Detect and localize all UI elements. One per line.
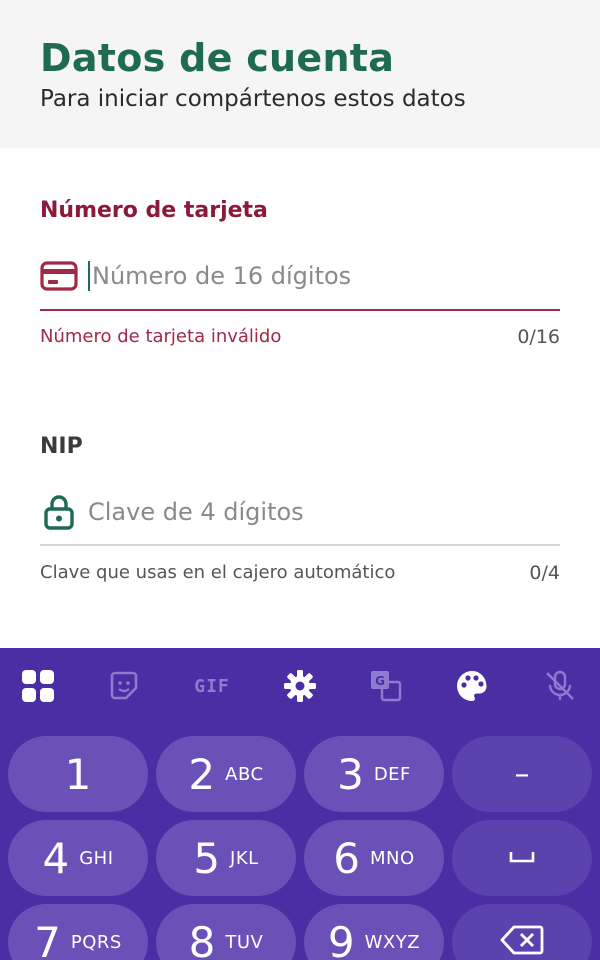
minus-label: – <box>514 756 530 792</box>
key-digit: 7 <box>34 917 61 960</box>
backspace-icon <box>500 925 544 959</box>
card-number-field: Número de tarjeta Número de tarjeta invá… <box>40 198 560 358</box>
svg-text:G: G <box>375 674 385 688</box>
card-number-underline <box>40 309 560 311</box>
nip-underline <box>40 544 560 546</box>
key-digit: 4 <box>42 833 70 883</box>
key-3[interactable]: 3 DEF <box>304 736 444 812</box>
settings-icon[interactable] <box>280 668 320 704</box>
key-digit: 9 <box>327 917 355 960</box>
key-letters: JKL <box>230 847 259 869</box>
text-caret <box>88 261 90 291</box>
key-letters: MNO <box>370 847 415 869</box>
space-icon <box>509 849 535 868</box>
gif-label: GIF <box>194 675 230 697</box>
key-letters: DEF <box>373 763 411 785</box>
key-9[interactable]: 9 WXYZ <box>304 904 444 960</box>
sticker-icon[interactable] <box>104 668 144 704</box>
space-key[interactable] <box>452 820 592 896</box>
nip-input-row[interactable] <box>40 492 560 532</box>
card-number-input[interactable] <box>92 262 532 290</box>
key-digit: 2 <box>188 749 216 799</box>
key-digit: 3 <box>337 749 364 799</box>
apps-grid-icon[interactable] <box>18 668 58 704</box>
key-8[interactable]: 8 TUV <box>156 904 296 960</box>
nip-helper: Clave que usas en el cajero automático <box>40 562 396 583</box>
translate-icon[interactable]: G <box>366 668 406 704</box>
card-number-label: Número de tarjeta <box>40 198 268 223</box>
key-4[interactable]: 4 GHI <box>8 820 148 896</box>
credit-card-icon <box>40 259 78 293</box>
palette-icon[interactable] <box>452 668 492 704</box>
key-digit: 8 <box>188 917 216 960</box>
key-7[interactable]: 7 PQRS <box>8 904 148 960</box>
page-title: Datos de cuenta <box>40 36 395 80</box>
backspace-key[interactable] <box>452 904 592 960</box>
card-number-counter: 0/16 <box>517 326 560 348</box>
key-letters: TUV <box>225 931 264 953</box>
key-6[interactable]: 6 MNO <box>304 820 444 896</box>
card-number-error: Número de tarjeta inválido <box>40 326 282 347</box>
nip-counter: 0/4 <box>529 562 560 584</box>
lock-icon <box>40 495 78 530</box>
nip-label: NIP <box>40 434 83 459</box>
mic-off-icon[interactable] <box>540 668 580 704</box>
minus-key[interactable]: – <box>452 736 592 812</box>
gif-icon[interactable]: GIF <box>190 668 234 704</box>
key-2[interactable]: 2 ABC <box>156 736 296 812</box>
nip-input[interactable] <box>88 498 528 526</box>
page-subtitle: Para iniciar compártenos estos datos <box>40 86 466 112</box>
key-digit: 6 <box>333 833 361 883</box>
card-number-input-row[interactable] <box>40 256 560 296</box>
key-digit: 1 <box>64 749 92 799</box>
key-letters: GHI <box>79 847 114 869</box>
key-letters: PQRS <box>70 931 122 953</box>
key-digit: 5 <box>193 833 221 883</box>
numeric-keyboard: GIF G 1 2 ABC 3 DEF – 4 GHI 5 JKL 6 MNO … <box>0 648 600 960</box>
page-header: Datos de cuenta Para iniciar compártenos… <box>0 0 600 148</box>
nip-field: NIP Clave que usas en el cajero automáti… <box>40 434 560 594</box>
key-1[interactable]: 1 <box>8 736 148 812</box>
key-letters: ABC <box>225 763 264 785</box>
keyboard-toolbar: GIF G <box>0 648 600 724</box>
key-5[interactable]: 5 JKL <box>156 820 296 896</box>
key-letters: WXYZ <box>364 931 421 953</box>
